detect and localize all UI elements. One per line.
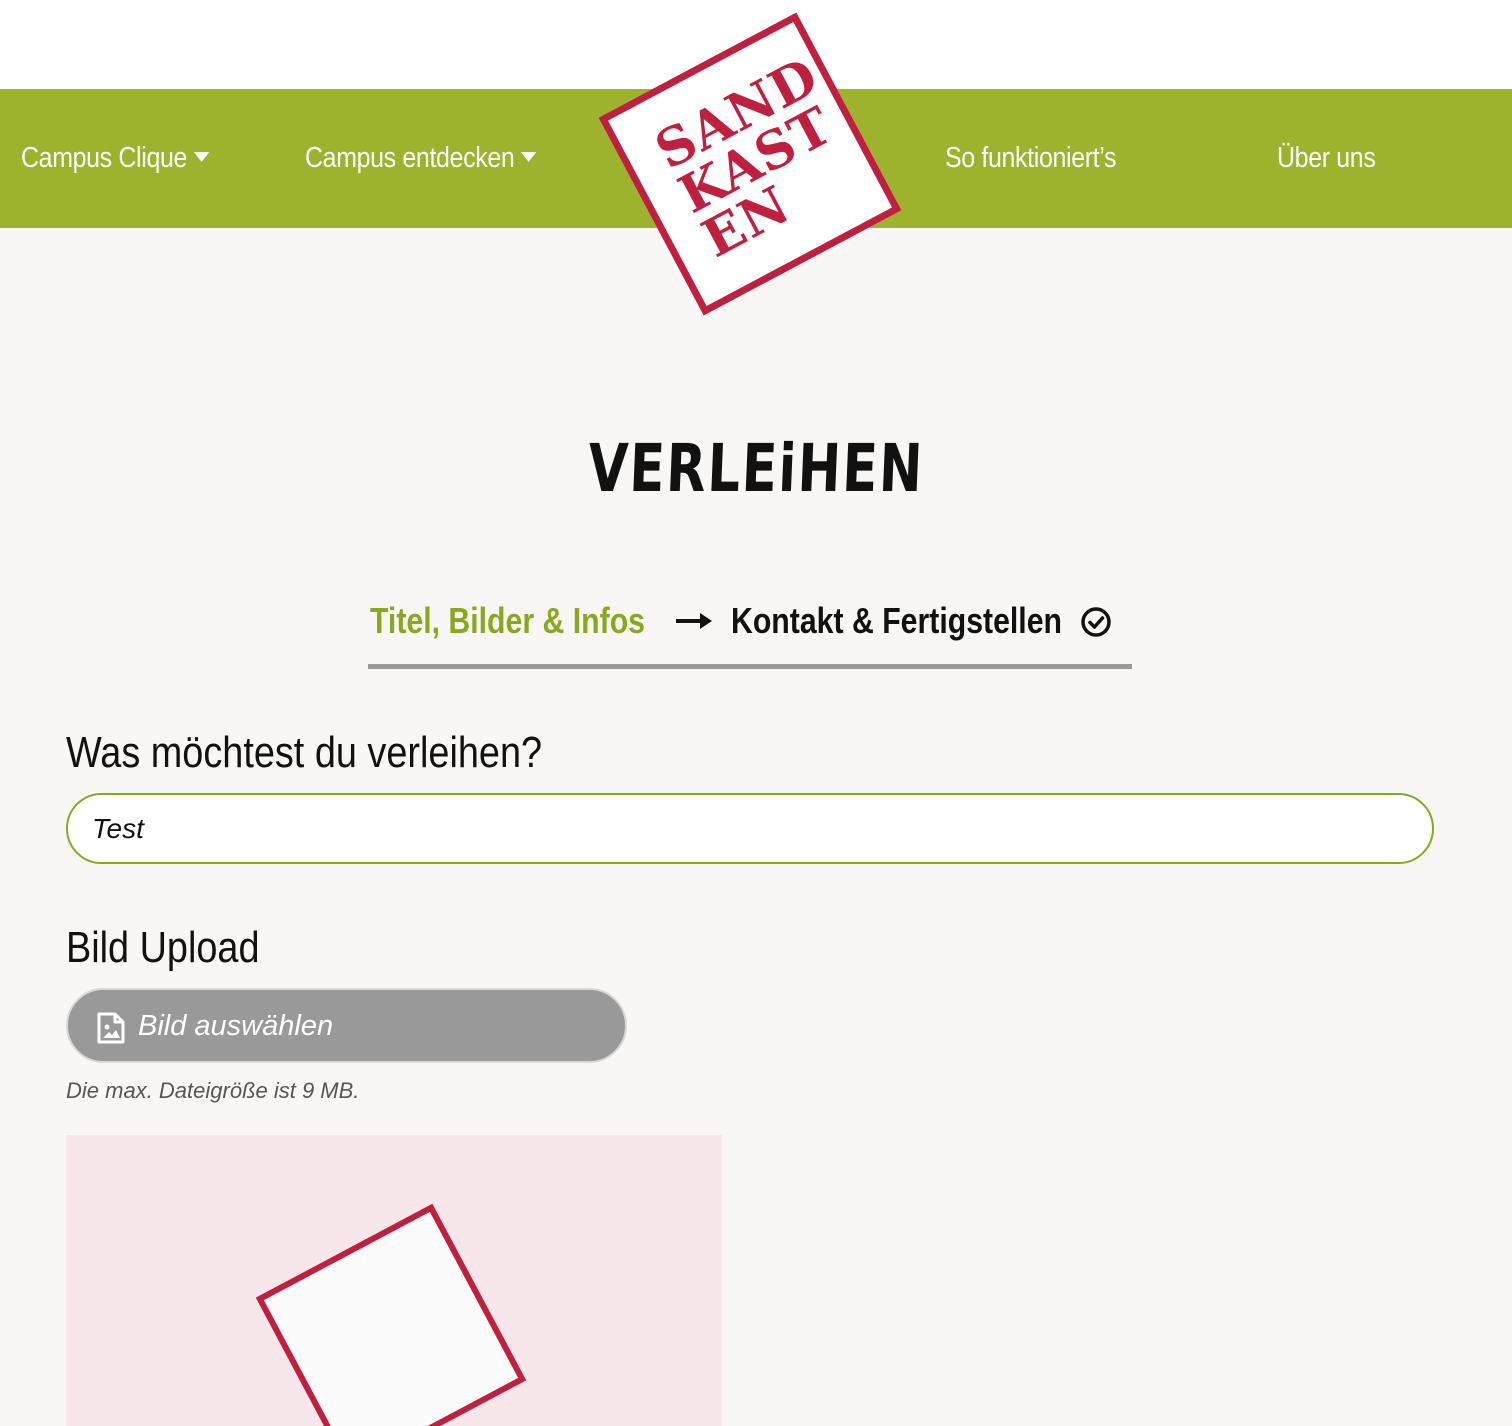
file-size-hint: Die max. Dateigröße ist 9 MB. [66, 1078, 360, 1103]
choose-image-button-label: Bild auswählen [138, 1010, 334, 1042]
step-active[interactable]: Titel, Bilder & Infos [370, 596, 645, 646]
check-circle-icon [1081, 607, 1111, 637]
arrow-right-icon [676, 613, 712, 629]
nav-item-ueber-uns[interactable]: Über uns [1277, 89, 1376, 228]
image-preview [66, 1135, 722, 1426]
nav-item-label: Campus Clique [21, 142, 188, 174]
caret-down-icon [193, 152, 210, 163]
nav-item-campus-clique[interactable]: Campus Clique [21, 89, 210, 228]
item-title-input[interactable] [66, 793, 1434, 864]
image-file-icon [97, 1012, 125, 1044]
nav-item-so-funktionierts[interactable]: So funktioniert’s [945, 89, 1116, 228]
step-next[interactable]: Kontakt & Fertigstellen [731, 596, 1062, 646]
nav-item-label: Über uns [1277, 142, 1376, 174]
nav-item-label: So funktioniert’s [945, 142, 1117, 174]
site-logo[interactable]: SAND KAST EN [598, 12, 902, 316]
nav-item-label: Campus entdecken [305, 142, 515, 174]
placeholder-logo-frame [255, 1203, 527, 1426]
logo-frame: SAND KAST EN [598, 12, 902, 316]
step-indicator: Titel, Bilder & Infos Kontakt & Fertigst… [368, 596, 1132, 669]
caret-down-icon [521, 152, 537, 163]
item-title-label: Was möchtest du verleihen? [66, 728, 543, 777]
image-upload-label: Bild Upload [66, 923, 260, 972]
nav-item-campus-entdecken[interactable]: Campus entdecken [305, 89, 537, 228]
page-title: VERLEiHEN [586, 430, 926, 507]
logo-wordmark: SAND KAST EN [608, 22, 892, 306]
choose-image-button[interactable]: Bild auswählen [66, 988, 627, 1063]
